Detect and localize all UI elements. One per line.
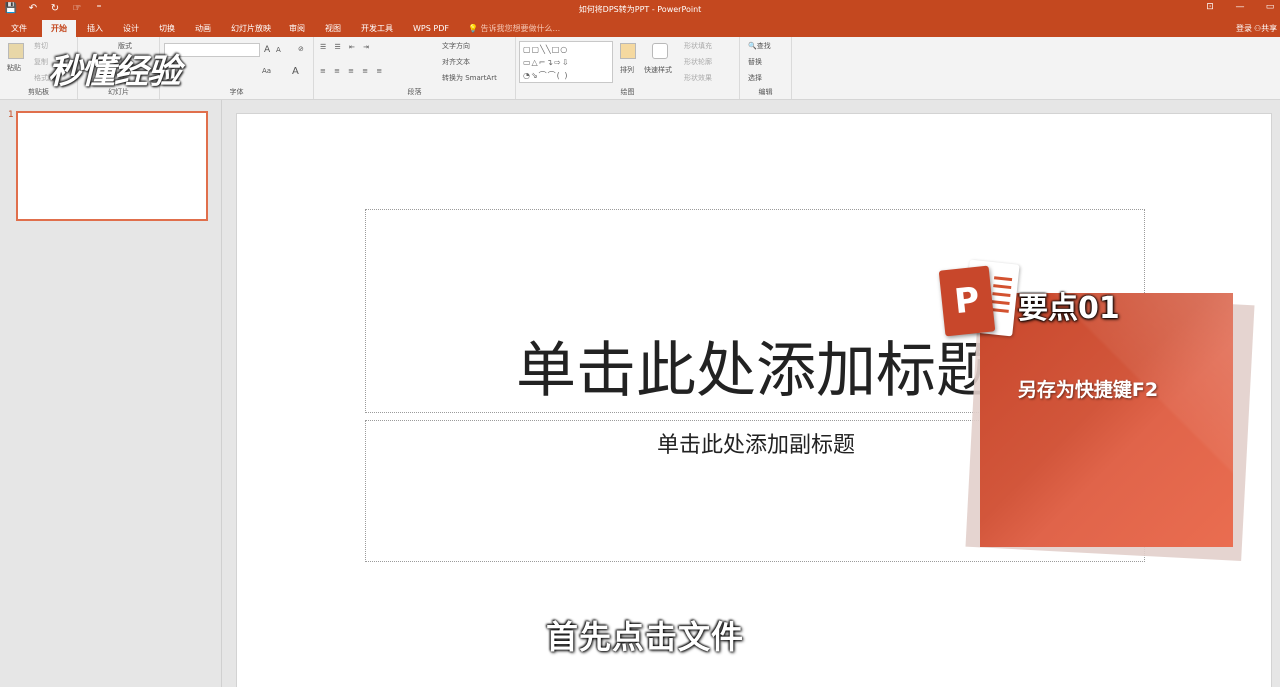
group-label-paragraph: 段落 bbox=[407, 88, 422, 96]
share-label: 共享 bbox=[1261, 24, 1278, 33]
card-gloss bbox=[980, 293, 1233, 547]
group-font: A A ⊘ Aa A 字体 bbox=[160, 37, 314, 99]
cut-button[interactable]: 剪切 bbox=[34, 41, 48, 51]
quick-styles-button[interactable]: 快速样式 bbox=[644, 65, 672, 75]
find-button[interactable]: 🔍查找 bbox=[748, 41, 771, 51]
minimize-icon[interactable]: — bbox=[1234, 2, 1246, 12]
tab-design[interactable]: 设计 bbox=[116, 20, 146, 37]
shape-outline-button[interactable]: 形状轮廓 bbox=[684, 57, 712, 67]
tab-animations[interactable]: 动画 bbox=[188, 20, 218, 37]
shape-effects-button[interactable]: 形状效果 bbox=[684, 73, 712, 83]
window-controls: ⊡ — ▭ bbox=[1204, 2, 1276, 12]
grow-font-icon[interactable]: A bbox=[264, 45, 270, 55]
copy-button[interactable]: 复制 bbox=[34, 57, 48, 67]
lightbulb-icon: 💡 bbox=[468, 24, 478, 33]
group-label-font: 字体 bbox=[229, 88, 244, 96]
tell-me-text: 告诉我您想要做什么... bbox=[480, 24, 561, 33]
tip-card: 另存为快捷键F2 bbox=[980, 293, 1233, 547]
paste-button[interactable]: 粘贴 bbox=[7, 63, 21, 73]
tab-review[interactable]: 审阅 bbox=[282, 20, 312, 37]
tab-wps-pdf[interactable]: WPS PDF bbox=[406, 20, 456, 37]
arrange-button[interactable]: 排列 bbox=[620, 65, 634, 75]
title-bar: 💾 ↶ ↻ ☞ ⁼ 如何将DPS转为PPT - PowerPoint ⊡ — ▭ bbox=[0, 0, 1280, 18]
slide-thumbnails-panel[interactable]: 1 bbox=[0, 100, 222, 687]
search-icon: 🔍 bbox=[748, 42, 757, 50]
group-label-editing: 编辑 bbox=[758, 88, 773, 96]
quick-styles-icon bbox=[652, 43, 668, 59]
ribbon-tab-bar: 文件 开始 插入 设计 切换 动画 幻灯片放映 审阅 视图 开发工具 WPS P… bbox=[0, 18, 1280, 37]
video-caption: 首先点击文件 bbox=[546, 618, 745, 656]
tab-home[interactable]: 开始 bbox=[42, 20, 76, 37]
shapes-gallery[interactable]: ▢▢╲╲□○ ▭△⌐↴⇨⇩ ◔⇘⌒⌒( ) bbox=[519, 41, 613, 83]
font-color-icon[interactable]: A bbox=[292, 66, 299, 77]
tab-slideshow[interactable]: 幻灯片放映 bbox=[226, 20, 276, 37]
text-direction-button[interactable]: 文字方向 bbox=[442, 41, 470, 51]
tip-text: 另存为快捷键F2 bbox=[1017, 379, 1159, 401]
tab-insert[interactable]: 插入 bbox=[80, 20, 110, 37]
tab-transitions[interactable]: 切换 bbox=[152, 20, 182, 37]
tab-developer[interactable]: 开发工具 bbox=[356, 20, 398, 37]
powerpoint-logo-icon: P bbox=[938, 265, 996, 337]
window-title: 如何将DPS转为PPT - PowerPoint bbox=[578, 5, 702, 14]
tab-file[interactable]: 文件 bbox=[4, 20, 34, 37]
paste-icon bbox=[8, 43, 24, 59]
tab-view[interactable]: 视图 bbox=[318, 20, 348, 37]
replace-button[interactable]: 替换 bbox=[748, 57, 762, 67]
clear-format-icon[interactable]: ⊘ bbox=[298, 45, 304, 53]
restore-icon[interactable]: ▭ bbox=[1264, 2, 1276, 12]
align-text-button[interactable]: 对齐文本 bbox=[442, 57, 470, 67]
key-point-heading: 要点01 bbox=[1018, 291, 1120, 326]
convert-smartart-button[interactable]: 转换为 SmartArt bbox=[442, 73, 497, 83]
slide-thumbnail[interactable] bbox=[16, 111, 208, 221]
slide-number: 1 bbox=[8, 110, 14, 120]
align-icons[interactable]: ≡ ≡ ≡ ≡ ≡ bbox=[320, 67, 385, 75]
group-label-drawing: 绘图 bbox=[620, 88, 635, 96]
ribbon-home: 粘贴 剪切 复制 格式刷 剪贴板 版式 重置 节 幻灯片 A A ⊘ Aa A … bbox=[0, 37, 1280, 100]
bullets-icon[interactable]: ☰ ☰ ⇤ ⇥ bbox=[320, 43, 372, 51]
share-button[interactable]: ⚇共享 bbox=[1254, 20, 1280, 37]
select-button[interactable]: 选择 bbox=[748, 73, 762, 83]
tell-me-search[interactable]: 💡 告诉我您想要做什么... bbox=[468, 20, 560, 37]
shape-fill-button[interactable]: 形状填充 bbox=[684, 41, 712, 51]
group-paragraph: ☰ ☰ ⇤ ⇥ ≡ ≡ ≡ ≡ ≡ 文字方向 对齐文本 转换为 SmartArt… bbox=[314, 37, 516, 99]
watermark-logo: 秒懂经验 bbox=[48, 52, 181, 92]
login-button[interactable]: 登录 bbox=[1236, 20, 1252, 37]
arrange-icon bbox=[620, 43, 636, 59]
ribbon-display-options-icon[interactable]: ⊡ bbox=[1204, 2, 1216, 12]
group-editing: 🔍查找 替换 选择 编辑 bbox=[740, 37, 792, 99]
change-case-icon[interactable]: Aa bbox=[262, 67, 271, 75]
shrink-font-icon[interactable]: A bbox=[276, 46, 281, 54]
find-label: 查找 bbox=[756, 42, 771, 50]
